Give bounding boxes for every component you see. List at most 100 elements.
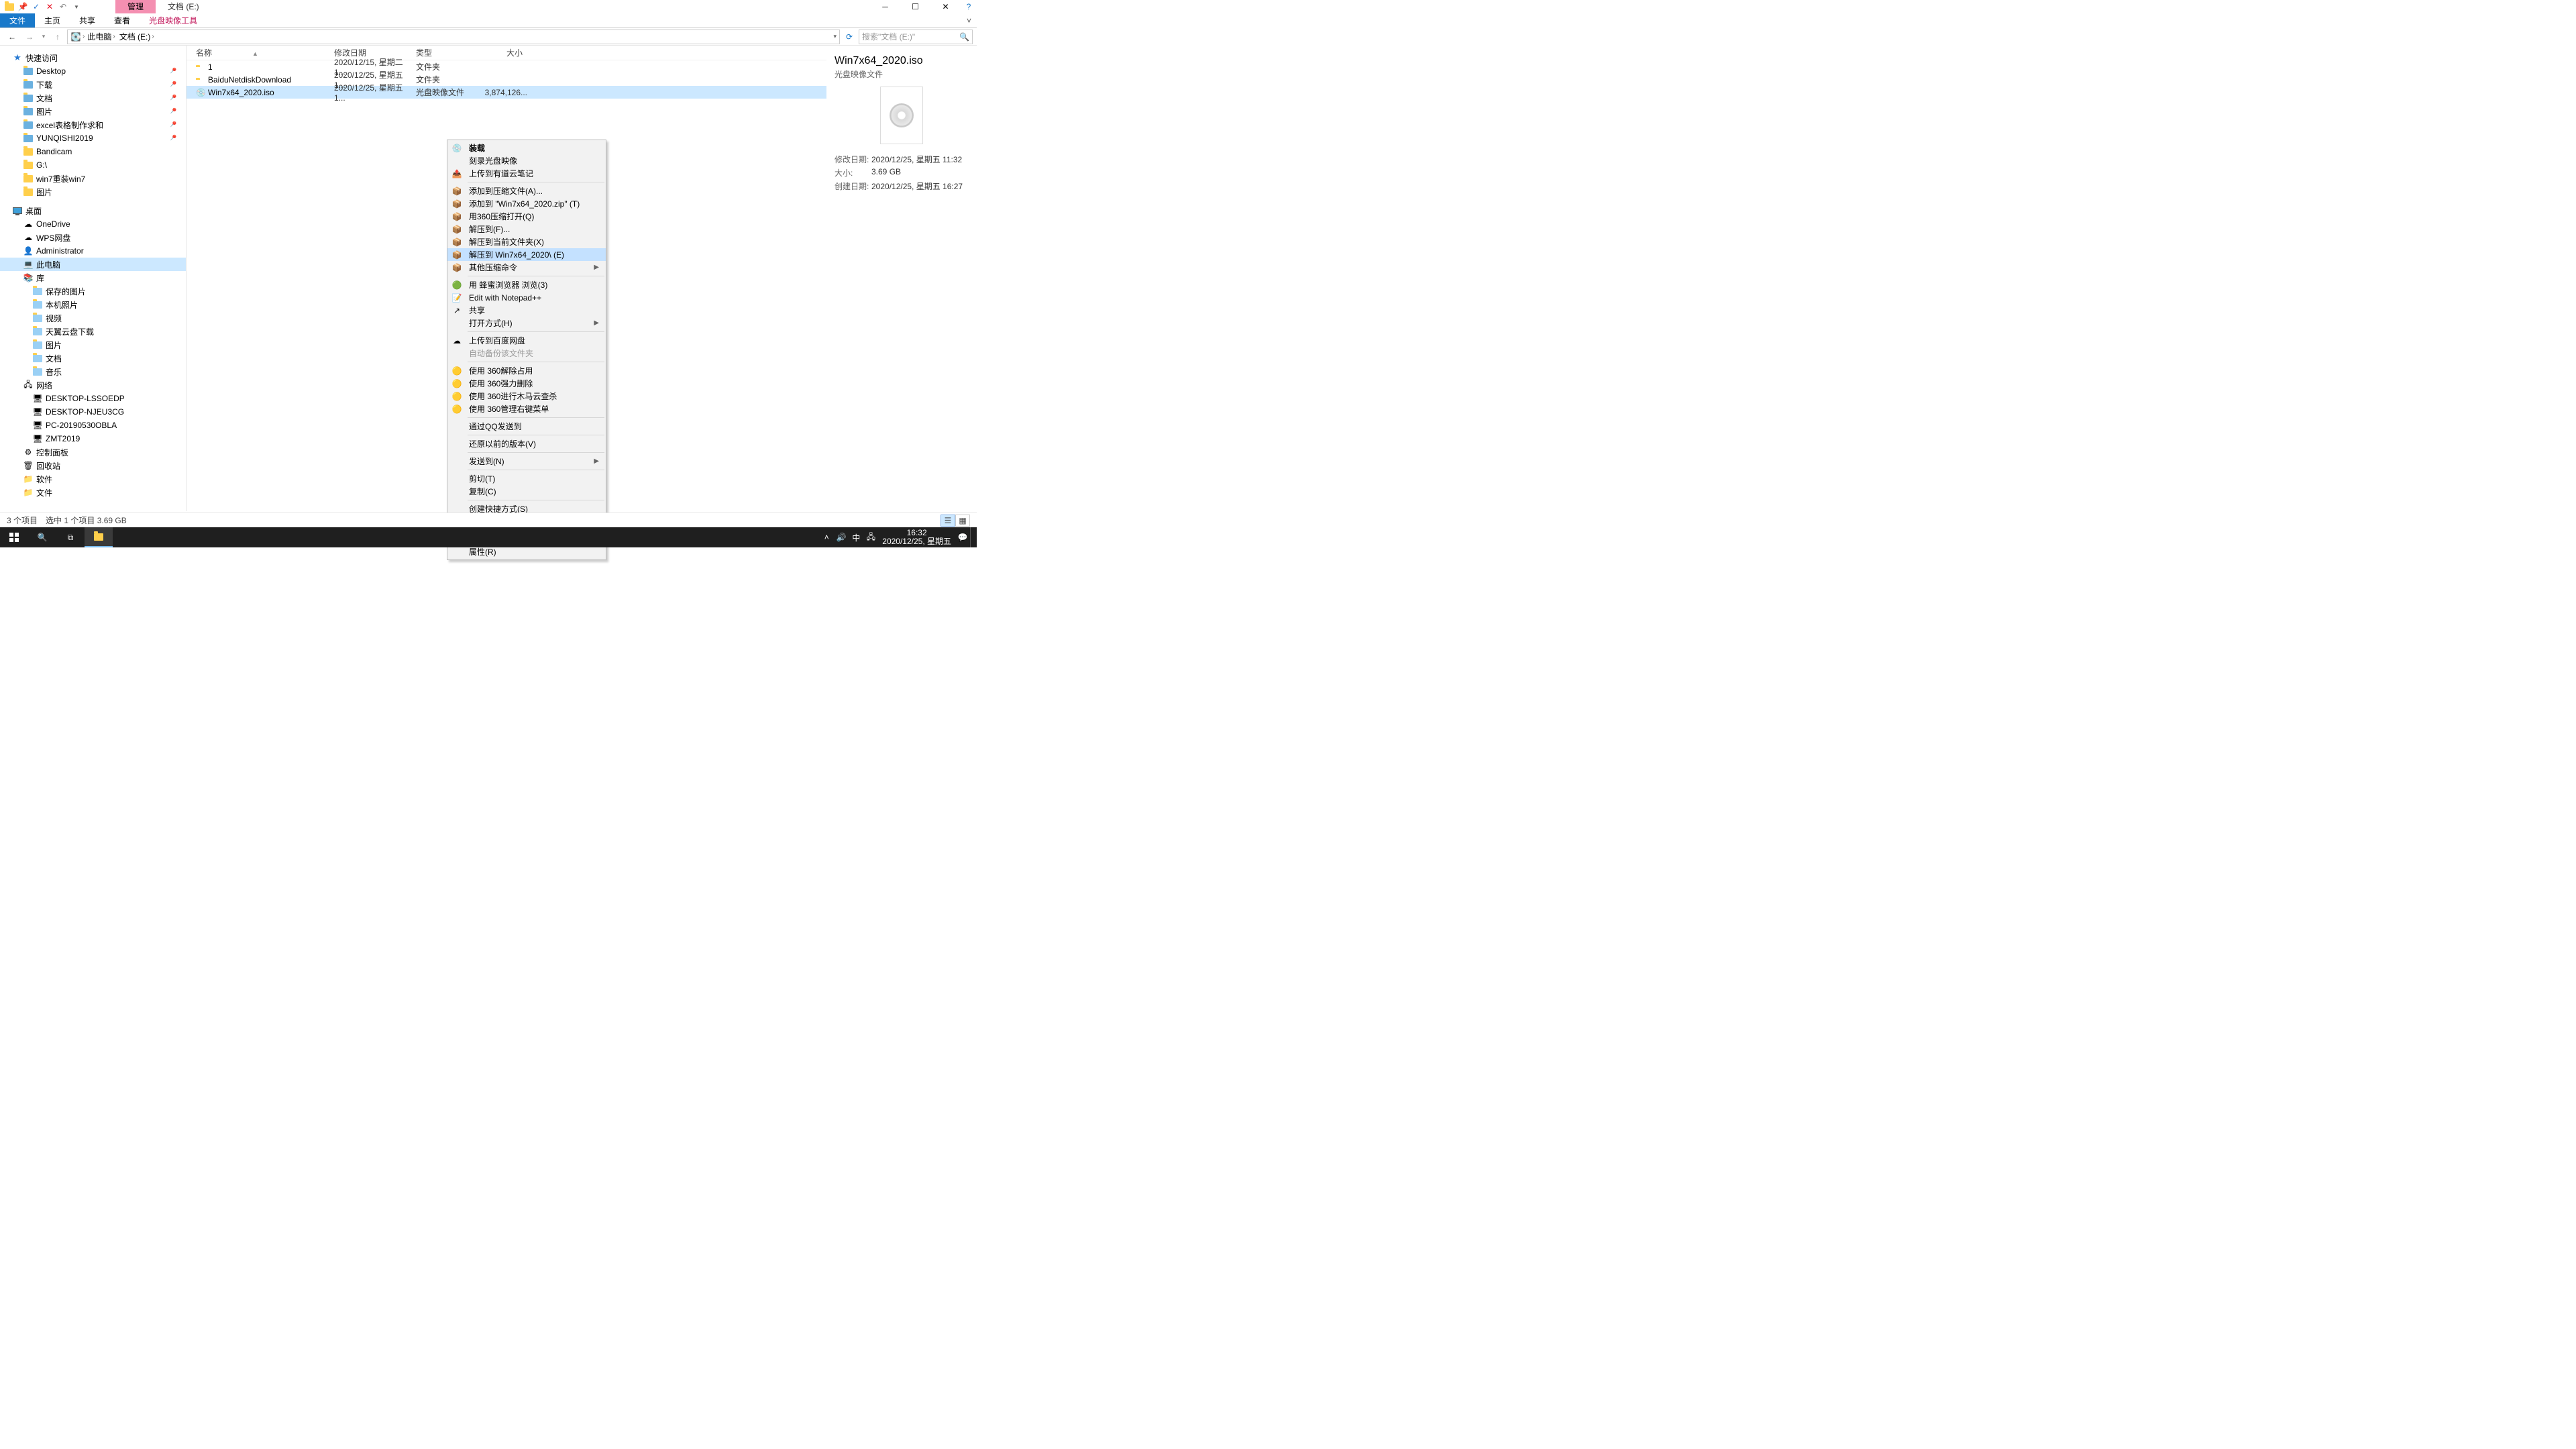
sidebar-item[interactable]: 天翼云盘下载 [0,325,186,338]
ribbon-home[interactable]: 主页 [35,13,70,28]
ribbon-file[interactable]: 文件 [0,13,35,28]
nav-back-button[interactable]: ← [4,30,20,44]
context-menu-item[interactable]: 🟡使用 360解除占用 [447,364,606,377]
sidebar-item[interactable]: 📁软件 [0,472,186,486]
ribbon-view[interactable]: 查看 [105,13,140,28]
contextual-tab-manage[interactable]: 管理 [115,0,156,13]
column-name[interactable]: 名称▲ [196,47,334,58]
tray-network-icon[interactable]: 🖧 [863,531,878,545]
refresh-button[interactable]: ⟳ [841,32,857,42]
nav-recent-dropdown[interactable]: ▾ [39,30,48,44]
context-menu-item[interactable]: 🟡使用 360强力删除 [447,377,606,390]
sidebar-item[interactable]: Bandicam [0,145,186,158]
close-button[interactable]: ✕ [930,0,961,13]
sidebar-item[interactable]: 🗑回收站 [0,459,186,472]
context-menu-item[interactable]: 📤上传到有道云笔记 [447,167,606,180]
task-view-button[interactable]: ⧉ [56,527,85,547]
tray-chevron-up-icon[interactable]: ˄ [819,533,834,542]
context-menu-item[interactable]: 📦解压到当前文件夹(X) [447,235,606,248]
context-menu-item[interactable]: 📦添加到压缩文件(A)... [447,184,606,197]
ribbon-isotool[interactable]: 光盘映像工具 [140,13,207,28]
help-button[interactable]: ? [961,0,977,13]
sidebar-item[interactable]: ⚙控制面板 [0,445,186,459]
minimize-button[interactable]: ─ [870,0,900,13]
context-menu[interactable]: 💿装载刻录光盘映像📤上传到有道云笔记📦添加到压缩文件(A)...📦添加到 "Wi… [447,140,606,560]
sidebar-desktop[interactable]: 桌面 [25,205,42,217]
sidebar-item[interactable]: 视频 [0,311,186,325]
sidebar-item[interactable]: 🖥DESKTOP-LSSOEDP [0,392,186,405]
context-menu-item[interactable]: 🟡使用 360进行木马云查杀 [447,390,606,402]
sidebar-item[interactable]: 下载📍 [0,78,186,91]
context-menu-item[interactable]: 📦解压到 Win7x64_2020\ (E) [447,248,606,261]
context-menu-item[interactable]: 剪切(T) [447,472,606,485]
sidebar-item[interactable]: 🖥DESKTOP-NJEU3CG [0,405,186,419]
taskbar-explorer[interactable] [85,527,113,547]
context-menu-item[interactable]: 📦其他压缩命令▶ [447,261,606,274]
sidebar-item[interactable]: 📁文件 [0,486,186,499]
sidebar-item[interactable]: 文档📍 [0,91,186,105]
context-menu-item[interactable]: 复制(C) [447,485,606,498]
sidebar-item[interactable]: 音乐 [0,365,186,378]
sidebar-item[interactable]: 保存的图片 [0,284,186,298]
context-menu-item[interactable]: 💿装载 [447,142,606,154]
context-menu-item[interactable]: 📦用360压缩打开(Q) [447,210,606,223]
sidebar-item[interactable]: 💻此电脑 [0,258,186,271]
sidebar-item[interactable]: G:\ [0,158,186,172]
nav-forward-button[interactable]: → [21,30,38,44]
nav-up-button[interactable]: ↑ [50,30,66,44]
context-menu-item[interactable]: 打开方式(H)▶ [447,317,606,329]
sidebar-item[interactable]: YUNQISHI2019📍 [0,131,186,145]
qat-pin-icon[interactable]: 📌 [17,1,28,12]
file-row[interactable]: 1 2020/12/15, 星期二 1... 文件夹 [186,60,826,73]
search-button[interactable]: 🔍 [28,527,56,547]
file-row[interactable]: 💿 Win7x64_2020.iso 2020/12/25, 星期五 1... … [186,86,826,99]
file-row[interactable]: BaiduNetdiskDownload 2020/12/25, 星期五 1..… [186,73,826,86]
search-input[interactable]: 搜索"文档 (E:)" 🔍 [859,30,973,44]
context-menu-item[interactable]: ☁上传到百度网盘 [447,334,606,347]
breadcrumb-segment[interactable]: 文档 (E:) [119,31,151,42]
sidebar-item[interactable]: 图片 [0,185,186,199]
tray-ime-icon[interactable]: 中 [849,532,863,543]
ribbon-share[interactable]: 共享 [70,13,105,28]
search-icon[interactable]: 🔍 [959,32,969,42]
context-menu-item[interactable]: 通过QQ发送到 [447,420,606,433]
context-menu-item[interactable]: 还原以前的版本(V) [447,437,606,450]
sidebar-item[interactable]: 文档 [0,352,186,365]
ribbon-expand-icon[interactable]: ˅ [967,13,977,28]
context-menu-item[interactable]: 🟢用 蜂蜜浏览器 浏览(3) [447,278,606,291]
sidebar-item[interactable]: ☁WPS网盘 [0,231,186,244]
context-menu-item[interactable]: 📦解压到(F)... [447,223,606,235]
sidebar-item[interactable]: 本机照片 [0,298,186,311]
sidebar-item[interactable]: 图片 [0,338,186,352]
sidebar-library[interactable]: 库 [36,272,44,284]
qat-undo-icon[interactable]: ↶ [58,1,68,12]
view-icons-button[interactable]: ▦ [955,515,970,527]
sidebar-quick-access[interactable]: 快速访问 [25,52,58,64]
sidebar-item[interactable]: Desktop📍 [0,64,186,78]
column-type[interactable]: 类型 [416,47,480,58]
qat-check-icon[interactable]: ✓ [31,1,42,12]
navigation-tree[interactable]: ★快速访问 Desktop📍下载📍文档📍图片📍excel表格制作求和📍YUNQI… [0,46,186,511]
file-list[interactable]: 名称▲ 修改日期 类型 大小 1 2020/12/15, 星期二 1... 文件… [186,46,826,511]
address-bar[interactable]: 💽 › 此电脑› 文档 (E:)› ▾ [67,30,840,44]
sidebar-item[interactable]: 👤Administrator [0,244,186,258]
qat-dropdown-icon[interactable]: ▼ [71,1,82,12]
context-menu-item[interactable]: 📝Edit with Notepad++ [447,291,606,304]
sidebar-item[interactable]: win7重装win7 [0,172,186,185]
address-dropdown-icon[interactable]: ▾ [833,33,837,40]
tray-action-center-icon[interactable]: 💬 [955,533,970,542]
taskbar-clock[interactable]: 16:322020/12/25, 星期五 [878,529,955,546]
taskbar[interactable]: 🔍 ⧉ ˄ 🔊 中 🖧 16:322020/12/25, 星期五 💬 [0,527,977,547]
tray-volume-icon[interactable]: 🔊 [834,533,849,542]
sidebar-item[interactable]: 🖥ZMT2019 [0,432,186,445]
start-button[interactable] [0,527,28,547]
sidebar-item[interactable]: ☁OneDrive [0,217,186,231]
context-menu-item[interactable]: 刻录光盘映像 [447,154,606,167]
context-menu-item[interactable]: 发送到(N)▶ [447,455,606,468]
sidebar-item[interactable]: 🖥PC-20190530OBLA [0,419,186,432]
context-menu-item[interactable]: ↗共享 [447,304,606,317]
maximize-button[interactable]: ☐ [900,0,930,13]
show-desktop-button[interactable] [970,527,974,547]
view-details-button[interactable]: ☰ [941,515,955,527]
sidebar-network[interactable]: 网络 [36,380,52,391]
